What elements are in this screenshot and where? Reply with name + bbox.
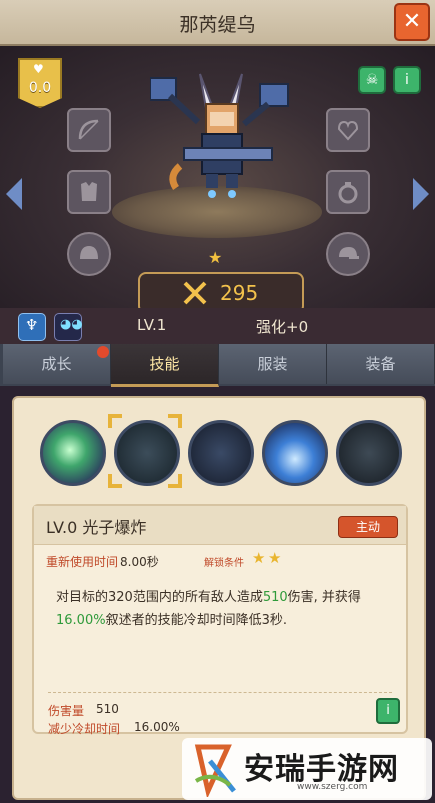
skull-icon: ☠ xyxy=(365,72,379,88)
ring-icon xyxy=(338,182,358,204)
equip-slot-weapon[interactable] xyxy=(67,108,111,152)
unlock-label: 解锁条件 xyxy=(204,558,244,569)
notification-dot xyxy=(97,346,109,358)
damage-label: 伤害量 xyxy=(48,704,85,718)
tab-growth[interactable]: 成长 xyxy=(3,344,111,384)
tab-costume[interactable]: 服装 xyxy=(219,344,327,384)
photon-burst-skill-icon[interactable] xyxy=(40,420,106,486)
skill-info-button[interactable]: i xyxy=(376,698,400,724)
title-bar: 那芮缇乌 ✕ xyxy=(0,0,435,46)
heart-icon: ♥ xyxy=(33,62,44,76)
watermark-url: www.szerg.com xyxy=(297,782,368,792)
info-icon: i xyxy=(386,703,390,718)
desc-text: 叙述者的技能冷却时间降低3秒. xyxy=(105,613,287,628)
next-character-arrow[interactable] xyxy=(413,178,429,210)
desc-text: 对目标的320范围内的所有敌人造成 xyxy=(56,590,263,605)
bow-icon xyxy=(78,119,99,140)
damage-value: 510 xyxy=(96,702,119,716)
star-icon: ★ xyxy=(208,248,223,267)
skill-description: 对目标的320范围内的所有敌人造成510伤害, 并获得 16.00%叙述者的技能… xyxy=(56,586,386,632)
locked-skill-3-icon[interactable] xyxy=(188,420,254,486)
close-x-icon: ✕ xyxy=(402,9,422,34)
equip-slot-ring[interactable] xyxy=(326,170,370,214)
heart-badge[interactable]: ♥ 0.0 xyxy=(18,58,62,108)
pet-badge[interactable]: ◕◕ xyxy=(54,313,83,341)
tab-label: 装备 xyxy=(365,355,396,373)
cat-icon: ◕◕ xyxy=(60,317,83,332)
skill-type-tag: 主动 xyxy=(338,516,398,538)
equip-slot-helmet[interactable] xyxy=(67,232,111,276)
equip-slot-accessory[interactable] xyxy=(326,108,370,152)
armor-icon xyxy=(81,182,97,201)
heart-gem-icon xyxy=(337,120,359,141)
unlock-star-icon: ★ xyxy=(252,549,266,567)
desc-text: 伤害, 并获得 xyxy=(287,590,361,605)
tab-equipment[interactable]: 装备 xyxy=(327,344,435,384)
cooldown-value: 8.00秒 xyxy=(120,555,159,569)
desc-damage-value: 510 xyxy=(262,590,288,605)
tab-skills[interactable]: 技能 xyxy=(111,344,219,387)
level-text: LV.1 xyxy=(137,316,167,334)
power-value: 295 xyxy=(220,281,259,305)
close-button[interactable]: ✕ xyxy=(394,3,430,41)
watermark-logo xyxy=(194,744,236,797)
skill-detail-header: LV.0 光子爆炸 主动 xyxy=(34,506,406,545)
character-stage: ♥ 0.0 ☠ i ★ 295 xyxy=(0,46,435,314)
enhance-text: 强化+0 xyxy=(256,318,309,336)
character-sprite xyxy=(150,73,289,198)
window-title: 那芮缇乌 xyxy=(179,14,256,36)
equip-slot-armor[interactable] xyxy=(67,170,111,214)
divider xyxy=(48,692,392,693)
helmet-icon xyxy=(80,246,98,259)
skill-detail-card: LV.0 光子爆炸 主动 重新使用时间 8.00秒 解锁条件 ★ ★ 对目标的3… xyxy=(32,504,408,736)
cooldown-label: 重新使用时间 xyxy=(46,555,119,569)
blue-flame-skill-icon[interactable] xyxy=(262,420,328,486)
locked-skill-5-icon[interactable] xyxy=(336,420,402,486)
selection-frame xyxy=(108,414,182,488)
info-button[interactable]: i xyxy=(393,66,421,94)
tab-label: 成长 xyxy=(41,355,72,373)
desc-cooldown-value: 16.00% xyxy=(56,613,106,628)
watermark: 安瑞手游网 www.szerg.com xyxy=(182,738,432,800)
character-info-bar: ♆ ◕◕ LV.1 强化+0 xyxy=(0,308,435,344)
tab-label: 技能 xyxy=(149,355,180,373)
crossed-swords-icon xyxy=(183,281,207,305)
cap-icon xyxy=(339,247,359,259)
equip-slot-cap[interactable] xyxy=(326,232,370,276)
class-icon: ♆ xyxy=(25,316,39,334)
tab-label: 服装 xyxy=(257,355,288,373)
cooldown-reduction-value: 16.00% xyxy=(134,720,180,734)
cooldown-reduction-label: 减少冷却时间 xyxy=(48,722,121,736)
skull-button[interactable]: ☠ xyxy=(358,66,386,94)
class-badge[interactable]: ♆ xyxy=(18,313,46,341)
tab-bar: 成长 技能 服装 装备 xyxy=(0,344,435,387)
prev-character-arrow[interactable] xyxy=(6,178,22,210)
skill-name: LV.0 光子爆炸 xyxy=(46,518,147,537)
info-icon: i xyxy=(405,72,409,88)
heart-value: 0.0 xyxy=(28,80,52,96)
unlock-star-icon: ★ xyxy=(268,549,282,567)
